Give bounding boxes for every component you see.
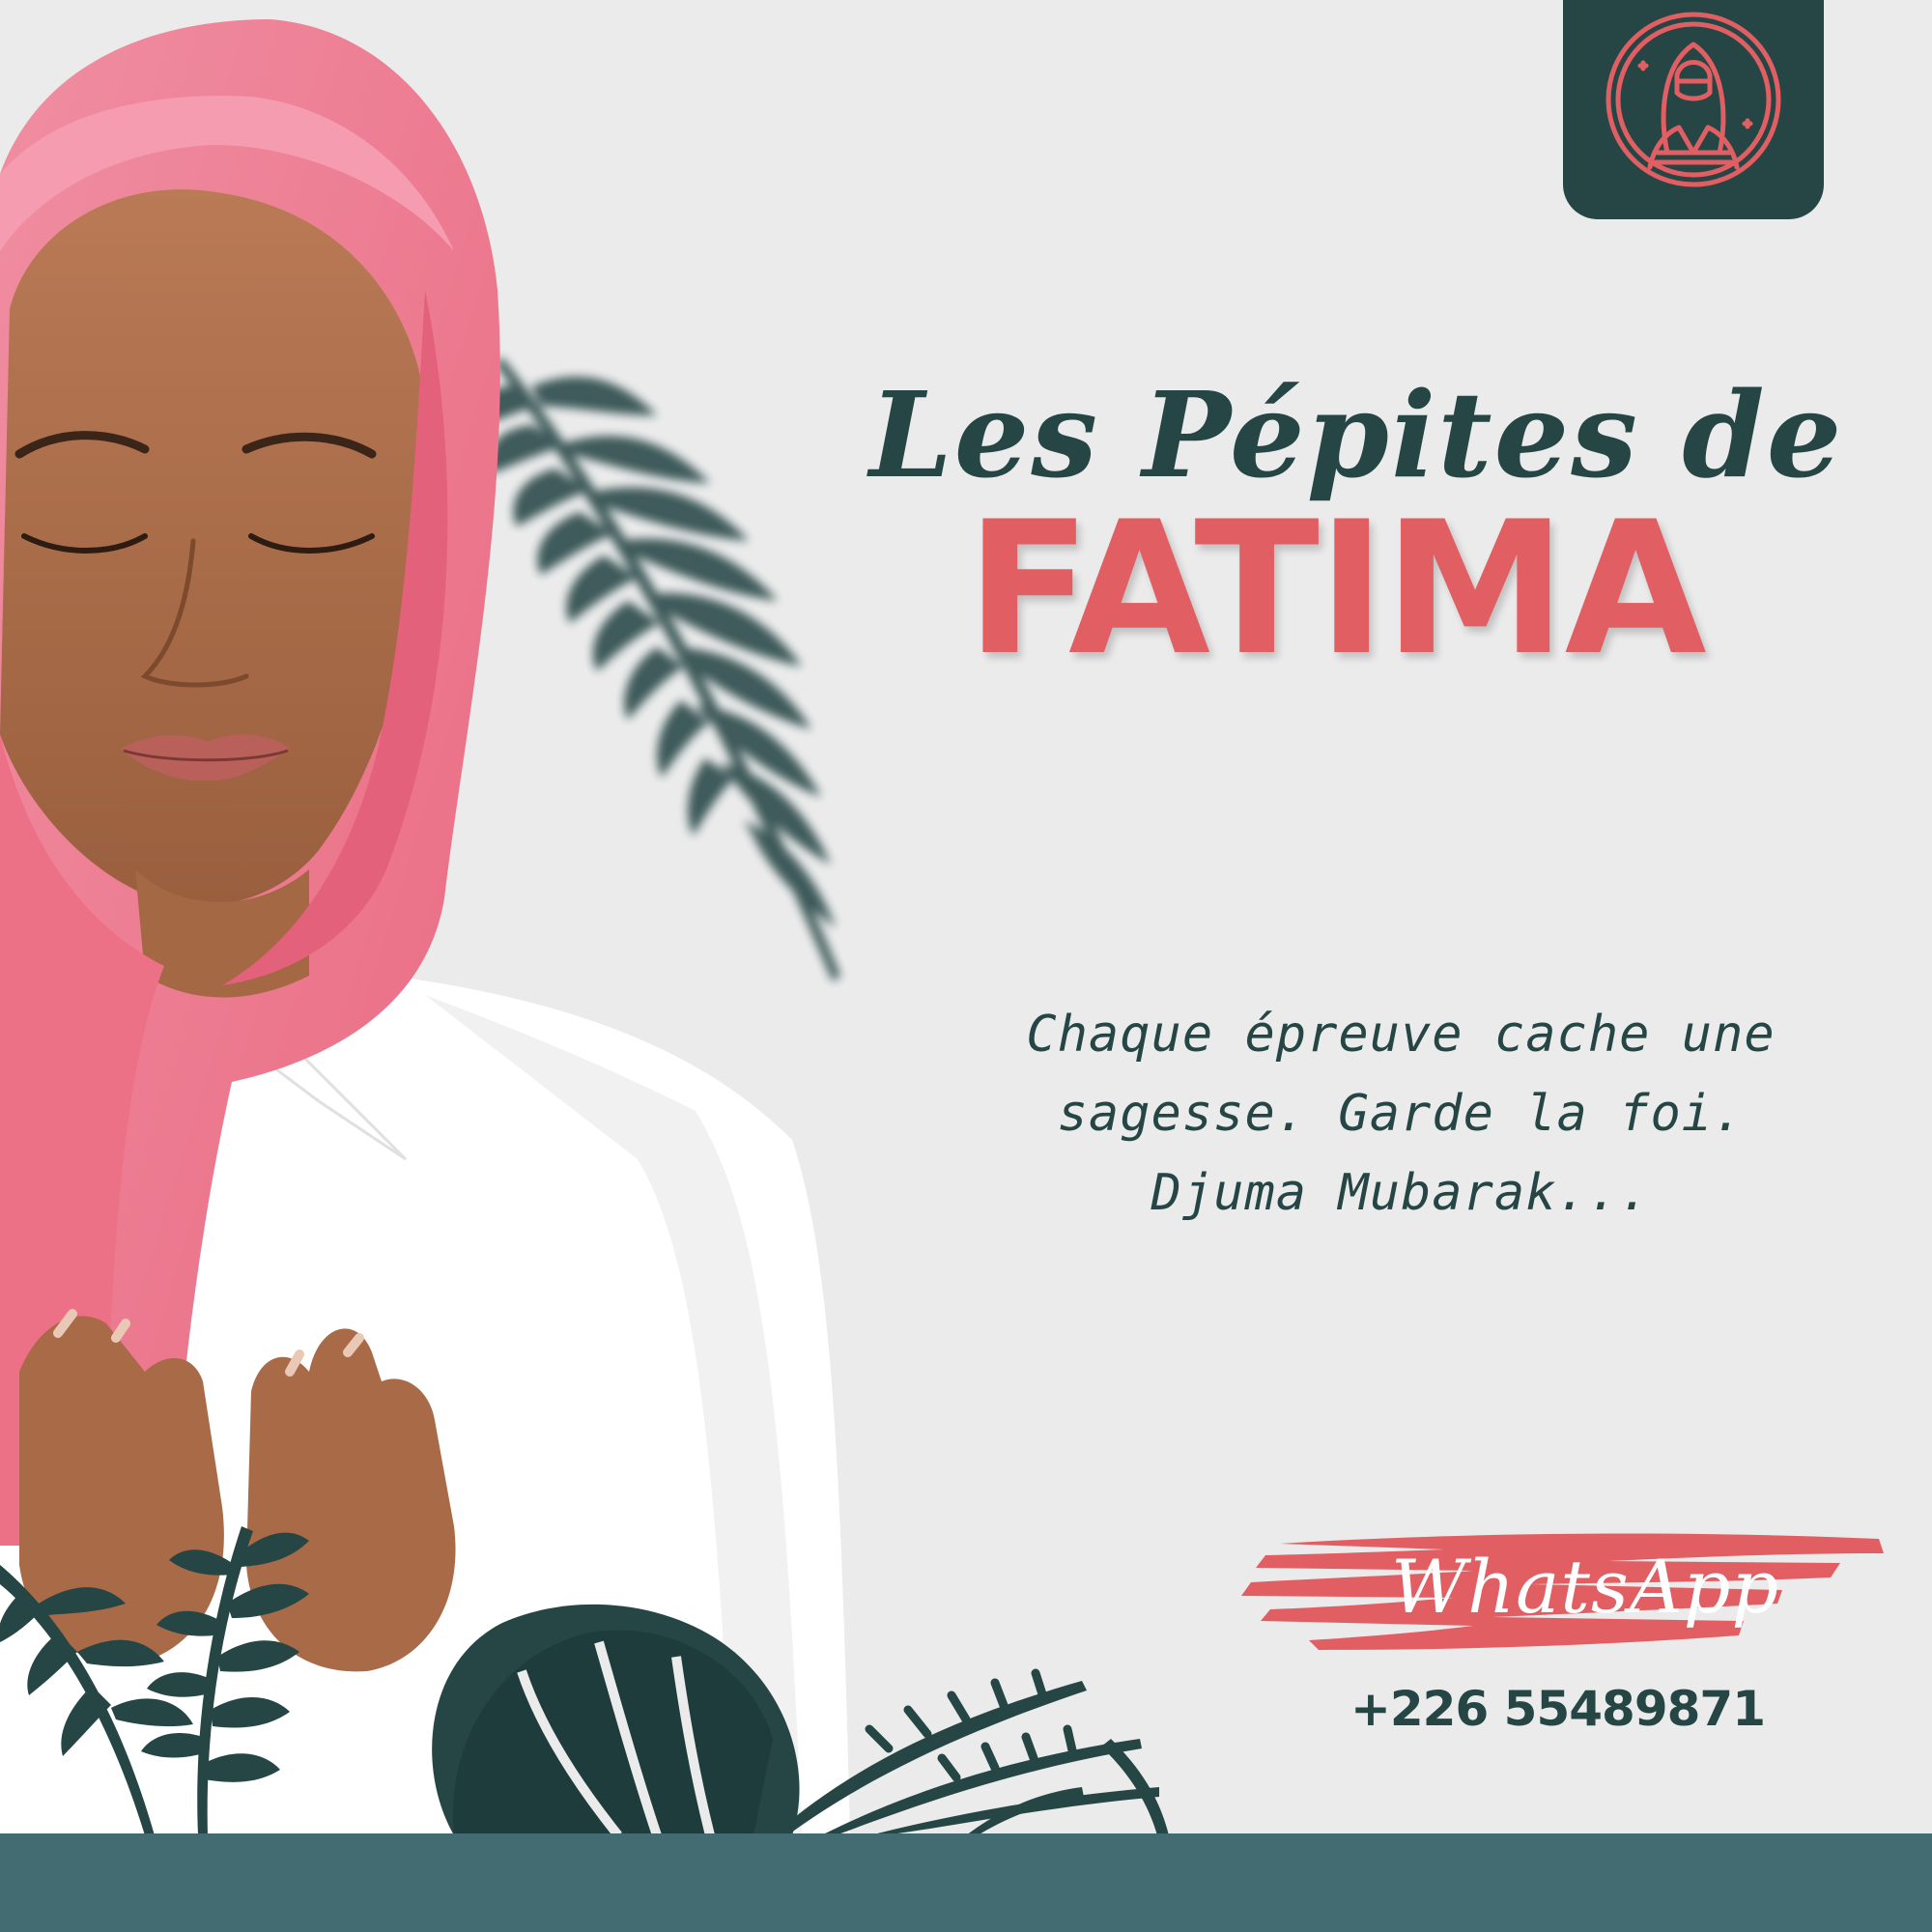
phone-number: +226 55489871: [1350, 1681, 1766, 1737]
whatsapp-label: WhatsApp: [1391, 1544, 1780, 1630]
bottom-band: [0, 1833, 1932, 1932]
logo-badge: [1563, 0, 1824, 219]
quote-line: Chaque épreuve cache une: [1026, 1006, 1776, 1064]
veiled-woman-icon: [1605, 12, 1781, 187]
quote-text: Chaque épreuve cache une sagesse. Garde …: [966, 995, 1835, 1233]
foliage-decoration: [0, 1526, 1169, 1835]
poster: Les Pépites de FATIMA Chaque épreuve cac…: [0, 0, 1932, 1932]
quote-line: sagesse. Garde la foi.: [1057, 1085, 1745, 1143]
quote-line: Djuma Mubarak...: [1151, 1164, 1651, 1222]
title-name: FATIMA: [966, 482, 1707, 696]
